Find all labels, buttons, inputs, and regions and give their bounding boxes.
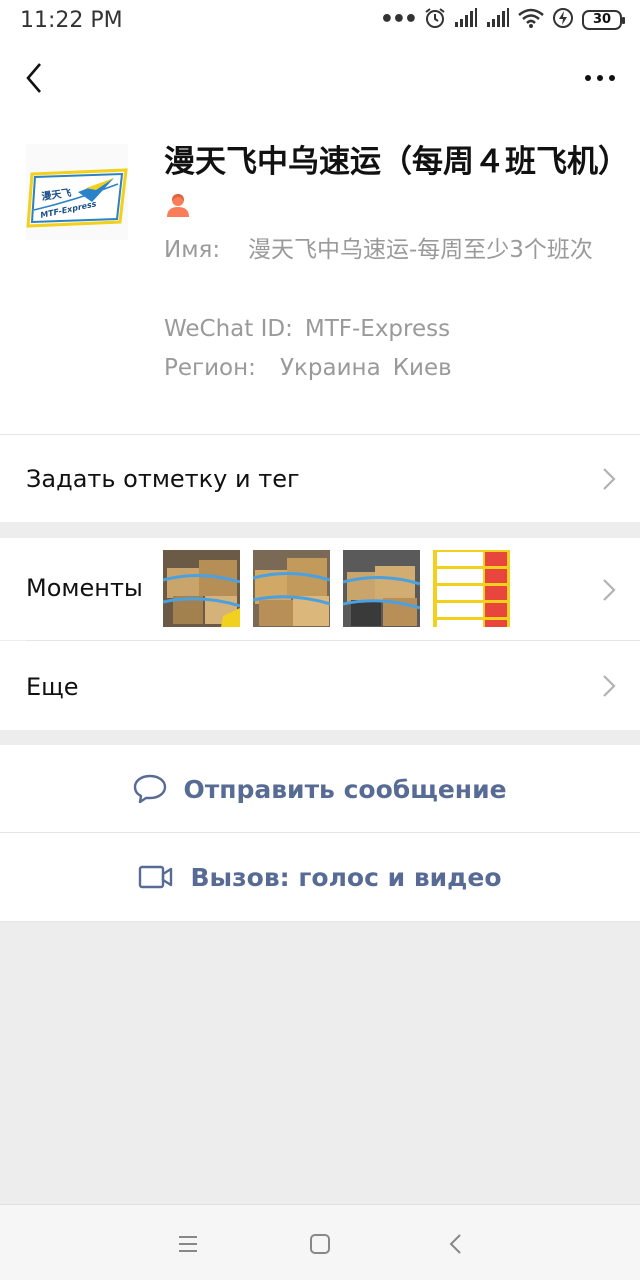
system-back-button[interactable] <box>440 1229 470 1259</box>
more-info-item[interactable]: Еще <box>0 641 640 730</box>
more-label: Еще <box>26 673 79 701</box>
name-value: 漫天飞中乌速运-每周至少3个班次 <box>248 237 593 263</box>
moment-thumbnail <box>163 550 240 627</box>
home-square-icon <box>310 1234 330 1254</box>
contact-name: 漫天飞中乌速运（每周４班飞机） <box>164 144 629 180</box>
call-label: Вызов: голос и видео <box>190 862 502 892</box>
female-person-icon <box>166 187 190 230</box>
chevron-right-icon <box>603 675 616 697</box>
back-button[interactable] <box>14 56 54 100</box>
send-message-label: Отправить сообщение <box>183 774 507 804</box>
moments-item[interactable]: Моменты <box>0 538 640 640</box>
set-remark-label: Задать отметку и тег <box>26 465 300 493</box>
avatar[interactable]: 漫天飞 MTF-Express <box>26 144 128 240</box>
chat-bubble-icon <box>134 774 167 804</box>
set-remark-and-tag-item[interactable]: Задать отметку и тег <box>0 435 640 522</box>
mtf-express-logo: 漫天飞 MTF-Express <box>26 144 128 240</box>
region-country: Украина <box>280 355 381 381</box>
chevron-left-icon <box>26 63 41 93</box>
name-row: Имя: 漫天飞中乌速运-每周至少3个班次 <box>164 230 604 270</box>
charging-icon <box>552 7 574 33</box>
more-dots-icon: ••• <box>379 7 418 32</box>
divider <box>0 921 640 922</box>
home-button[interactable] <box>305 1229 335 1259</box>
moment-thumbnail <box>253 550 330 627</box>
back-arrow-icon <box>449 1234 461 1254</box>
contact-title: 漫天飞中乌速运（每周４班飞机） <box>164 141 629 230</box>
alarm-icon <box>424 7 446 33</box>
chevron-right-icon <box>603 468 616 490</box>
voice-video-call-button[interactable]: Вызов: голос и видео <box>0 833 640 921</box>
moment-thumbnail <box>343 550 420 627</box>
more-options-button[interactable] <box>578 60 622 96</box>
wechat-id-row: WeChat ID: MTF-Express <box>164 309 450 349</box>
status-bar: 11:22 PM ••• 30 <box>0 0 640 40</box>
send-message-button[interactable]: Отправить сообщение <box>0 745 640 833</box>
wechat-id-label: WeChat ID: <box>164 316 293 342</box>
status-icons: ••• 30 <box>379 6 625 34</box>
signal-icon <box>486 8 510 32</box>
wifi-icon <box>518 8 544 32</box>
battery-icon: 30 <box>582 10 625 30</box>
chevron-right-icon <box>603 579 616 601</box>
region-label: Регион: <box>164 355 256 381</box>
system-navigation-bar <box>0 1204 640 1280</box>
region-city: Киев <box>392 355 452 381</box>
hamburger-menu-icon <box>179 1236 197 1252</box>
moment-thumbnail <box>433 550 510 627</box>
name-label: Имя: <box>164 237 221 263</box>
wechat-id-value: MTF-Express <box>304 316 451 342</box>
status-time: 11:22 PM <box>20 8 123 33</box>
signal-icon <box>454 8 478 32</box>
moments-label: Моменты <box>26 574 143 602</box>
more-horizontal-icon <box>585 75 615 81</box>
menu-button[interactable] <box>173 1229 203 1259</box>
video-camera-icon <box>139 865 173 889</box>
region-row: Регион: Украина Киев <box>164 348 452 388</box>
